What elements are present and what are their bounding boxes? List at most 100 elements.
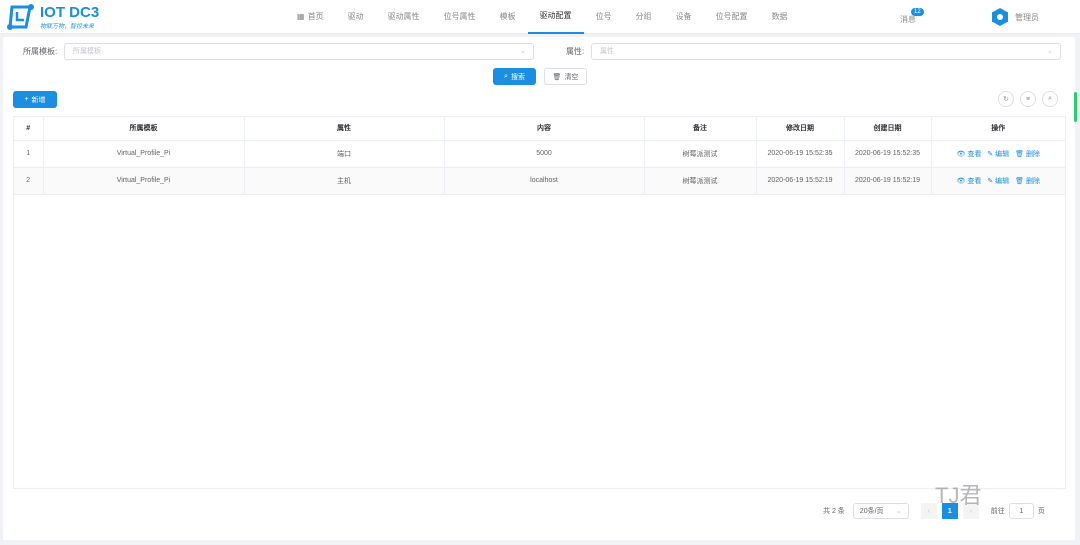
- user-name: 管理员: [1015, 12, 1039, 22]
- col-attr: 属性: [244, 117, 445, 141]
- col-index: #: [14, 117, 44, 141]
- col-profile: 所属模板: [43, 117, 245, 141]
- nav-point-attr[interactable]: 位号属性: [432, 0, 488, 34]
- cell-updated: 2020-06-19 15:52:19: [756, 167, 845, 195]
- cell-profile: Virtual_Profile_Pi: [43, 140, 245, 168]
- view-button[interactable]: 👁 查看: [956, 151, 981, 158]
- content-card: 所属模板: 所属模板 ⌄ 属性: 属性 ⌄ ⌕ 搜索 🗑 清空 + 新增 ↻ ≡ ⌕ # …: [3, 37, 1075, 540]
- cell-attr: 端口: [244, 140, 445, 168]
- total-count: 共 2 条: [823, 508, 845, 515]
- messages-button[interactable]: 消息 12: [900, 8, 924, 25]
- cell-profile: Virtual_Profile_Pi: [43, 167, 245, 195]
- filter-toggle-button[interactable]: ≡: [1020, 91, 1036, 107]
- cell-created: 2020-06-19 15:52:35: [844, 140, 932, 168]
- attr-filter-label: 属性:: [566, 47, 585, 56]
- edit-label: 编辑: [995, 150, 1010, 158]
- logo[interactable]: IOT DC3 物联万物，智控未来: [6, 3, 99, 31]
- profile-filter-label: 所属模板:: [23, 47, 58, 56]
- col-actions: 操作: [931, 117, 1065, 141]
- col-created: 创建日期: [844, 117, 932, 141]
- col-note: 备注: [644, 117, 757, 141]
- trash-icon: 🗑: [552, 73, 562, 81]
- plus-icon: +: [24, 96, 29, 103]
- chevron-down-icon: ⌄: [895, 508, 902, 515]
- cell-updated: 2020-06-19 15:52:35: [756, 140, 845, 168]
- col-updated: 修改日期: [756, 117, 845, 141]
- cell-actions: 👁 查看 ✎ 编辑 🗑 删除: [931, 167, 1065, 195]
- search-icon: ⌕: [1048, 95, 1052, 102]
- cell-created: 2020-06-19 15:52:19: [844, 167, 932, 195]
- attr-select[interactable]: 属性 ⌄: [591, 43, 1061, 60]
- cell-note: 树莓派测试: [644, 140, 757, 168]
- search-label: 搜索: [510, 73, 525, 81]
- messages-badge: 12: [911, 8, 924, 16]
- trash-icon: 🗑: [1015, 150, 1025, 158]
- user-avatar-icon: [992, 8, 1008, 26]
- sliders-icon: ≡: [1025, 95, 1031, 103]
- logo-icon: [7, 4, 34, 30]
- page-size-select[interactable]: 20条/页 ⌄: [852, 503, 909, 519]
- nav-data[interactable]: 数据: [760, 0, 800, 34]
- search-icon: ⌕: [504, 72, 508, 80]
- nav-driver-config[interactable]: 驱动配置: [527, 0, 584, 34]
- grid-icon: ▦: [297, 12, 305, 21]
- nav-label: 首页: [307, 12, 324, 21]
- clear-label: 清空: [564, 73, 579, 81]
- page-suffix: 页: [1037, 508, 1045, 515]
- eye-icon: 👁: [956, 150, 966, 158]
- table-row: 1 Virtual_Profile_Pi 端口 5000 树莓派测试 2020-…: [14, 140, 1065, 168]
- refresh-icon: ↻: [1003, 96, 1009, 103]
- chevron-down-icon: ⌄: [520, 48, 526, 55]
- nav-home[interactable]: ▦ 首页: [285, 0, 336, 34]
- cell-value: localhost: [444, 167, 645, 195]
- view-label: 查看: [967, 150, 982, 158]
- edit-label: 编辑: [995, 177, 1010, 185]
- cell-index: 2: [14, 167, 44, 195]
- page-size-value: 20条/页: [859, 508, 884, 515]
- search-toggle-button[interactable]: ⌕: [1042, 91, 1058, 107]
- config-table: # 所属模板 属性 内容 备注 修改日期 创建日期 操作 1 Virtual_P…: [13, 116, 1066, 489]
- nav-point[interactable]: 位号: [584, 0, 624, 34]
- col-value: 内容: [444, 117, 645, 141]
- add-button[interactable]: + 新增: [13, 91, 57, 108]
- messages-label: 消息: [900, 15, 916, 24]
- view-label: 查看: [967, 177, 982, 185]
- nav-device[interactable]: 设备: [664, 0, 704, 34]
- edit-button[interactable]: ✎ 编辑: [987, 178, 1009, 185]
- scrollbar[interactable]: [1074, 92, 1077, 122]
- delete-button[interactable]: 🗑 删除: [1015, 178, 1040, 185]
- delete-label: 删除: [1026, 177, 1040, 185]
- refresh-button[interactable]: ↻: [998, 91, 1014, 107]
- clear-button[interactable]: 🗑 清空: [544, 68, 587, 85]
- table-header: # 所属模板 属性 内容 备注 修改日期 创建日期 操作: [14, 117, 1065, 141]
- edit-icon: ✎: [987, 177, 994, 185]
- nav-profile[interactable]: 模板: [488, 0, 528, 34]
- cell-index: 1: [14, 140, 44, 168]
- profile-select[interactable]: 所属模板 ⌄: [64, 43, 534, 60]
- search-button[interactable]: ⌕ 搜索: [493, 68, 536, 85]
- app-title: IOT DC3: [40, 3, 100, 21]
- attr-placeholder: 属性: [600, 48, 614, 55]
- main-nav: ▦ 首页 驱动 驱动属性 位号属性 模板 驱动配置 位号 分组 设备 位号配置 数…: [285, 0, 800, 34]
- table-row: 2 Virtual_Profile_Pi 主机 localhost 树莓派测试 …: [14, 167, 1065, 195]
- edit-button[interactable]: ✎ 编辑: [987, 151, 1009, 158]
- nav-point-config[interactable]: 位号配置: [704, 0, 760, 34]
- cell-actions: 👁 查看 ✎ 编辑 🗑 删除: [931, 140, 1065, 168]
- profile-placeholder: 所属模板: [73, 48, 101, 55]
- cell-attr: 主机: [244, 167, 445, 195]
- pagination: 共 2 条 20条/页 ⌄ ‹ 1 › 前往 1 页: [823, 503, 1045, 519]
- nav-group[interactable]: 分组: [624, 0, 664, 34]
- delete-label: 删除: [1026, 150, 1040, 158]
- app-slogan: 物联万物，智控未来: [40, 23, 95, 30]
- eye-icon: 👁: [956, 177, 966, 185]
- goto-input[interactable]: 1: [1008, 503, 1034, 519]
- user-menu[interactable]: 管理员: [990, 7, 1039, 27]
- view-button[interactable]: 👁 查看: [956, 178, 981, 185]
- delete-button[interactable]: 🗑 删除: [1015, 151, 1040, 158]
- edit-icon: ✎: [987, 150, 994, 158]
- nav-driver[interactable]: 驱动: [336, 0, 376, 34]
- top-header: IOT DC3 物联万物，智控未来 ▦ 首页 驱动 驱动属性 位号属性 模板 驱动…: [0, 0, 1080, 34]
- goto-label: 前往: [990, 508, 1005, 515]
- watermark: TJ君: [935, 483, 982, 508]
- nav-driver-attr[interactable]: 驱动属性: [376, 0, 432, 34]
